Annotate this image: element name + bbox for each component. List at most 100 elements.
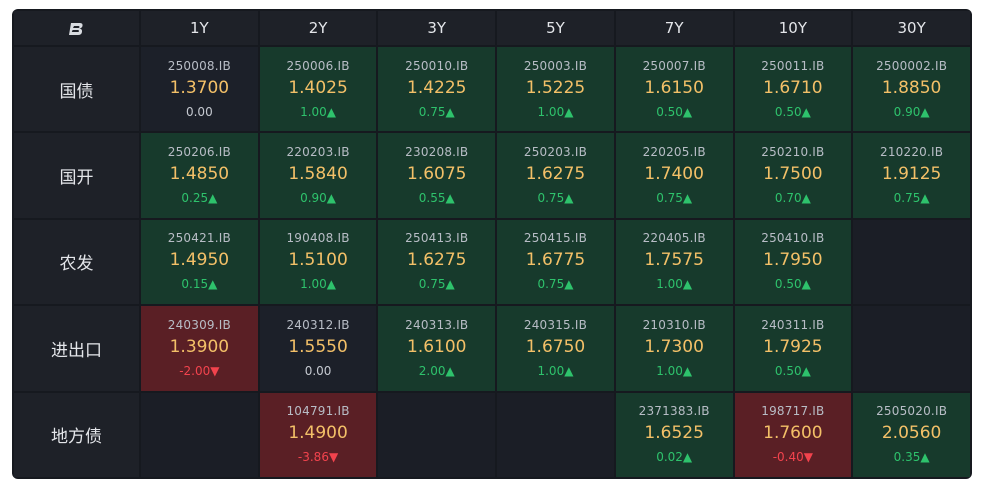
bond-cell[interactable]: 250421.IB 1.4950 0.15▲ (141, 219, 258, 305)
bond-change: 1.00▲ (616, 275, 733, 293)
bond-code: 240309.IB (167, 317, 231, 332)
arrow-up-icon: ▲ (801, 104, 811, 119)
bond-cell[interactable]: 250011.IB 1.6710 0.50▲ (734, 47, 852, 132)
change-value: 0.75 (418, 104, 446, 119)
bond-cell[interactable]: 190408.IB 1.5100 1.00▲ (259, 219, 377, 305)
bond-yield: 1.6525 (644, 423, 704, 444)
table-row: 农发 250421.IB 1.4950 0.15▲ 190408.IB 1.5100 1.0… (14, 219, 970, 305)
bond-cell[interactable]: 250413.IB 1.6275 0.75▲ (378, 219, 496, 305)
bond-cell[interactable]: 250415.IB 1.6775 0.75▲ (497, 219, 614, 305)
bond-cell[interactable]: 2500002.IB 1.8850 0.90▲ (853, 47, 970, 132)
bond-yield: 1.5550 (288, 336, 348, 357)
bond-change: 1.00▲ (497, 362, 614, 380)
bond-code: 190408.IB (286, 231, 350, 246)
bond-cell[interactable]: 250210.IB 1.7500 0.70▲ (734, 133, 852, 218)
bond-cell[interactable]: 250008.IB 1.3700 0.00 (141, 47, 258, 132)
bond-cell[interactable]: 250007.IB 1.6150 0.50▲ (615, 47, 733, 132)
bond-code: 240311.IB (761, 317, 825, 332)
bond-cell[interactable]: 2505020.IB 2.0560 0.35▲ (853, 392, 970, 477)
bond-cell[interactable]: 250410.IB 1.7950 0.50▲ (734, 219, 852, 305)
change-value: 1.00 (300, 277, 327, 292)
arrow-up-icon: ▲ (682, 363, 693, 378)
bond-cell[interactable]: 104791.IB 1.4900 -3.86▼ (259, 392, 377, 477)
bond-cell[interactable]: 230208.IB 1.6075 0.55▲ (378, 133, 496, 218)
bond-code: 2500002.IB (876, 58, 948, 73)
bond-cell[interactable]: 250203.IB 1.6275 0.75▲ (497, 133, 614, 218)
bond-change: 0.75▲ (497, 189, 614, 207)
bond-cell[interactable]: 220405.IB 1.7575 1.00▲ (615, 219, 733, 305)
change-value: 0.02 (656, 450, 683, 465)
arrow-up-icon: ▲ (801, 363, 811, 378)
arrow-up-icon: ▲ (564, 277, 574, 292)
bond-cell[interactable]: 250206.IB 1.4850 0.25▲ (141, 133, 258, 218)
bond-cell[interactable]: 240309.IB 1.3900 -2.00▼ (141, 306, 258, 391)
tenor-header[interactable]: 5Y (497, 11, 614, 45)
bond-yield: 1.8850 (881, 77, 942, 98)
tenor-header[interactable]: 3Y (378, 11, 496, 45)
bond-change: -2.00▼ (141, 362, 258, 380)
arrow-down-icon: ▼ (328, 450, 339, 465)
row-label: 地方债 (14, 392, 139, 477)
bond-change: -0.40▼ (735, 448, 852, 466)
arrow-up-icon: ▲ (920, 450, 930, 465)
bond-change: 1.00▲ (497, 103, 614, 121)
bond-code: 250007.IB (642, 58, 706, 73)
bond-code: 2371383.IB (638, 404, 710, 419)
bond-change: 0.50▲ (735, 275, 852, 293)
bond-cell[interactable]: 250010.IB 1.4225 0.75▲ (378, 47, 496, 132)
logo-cell (14, 11, 139, 45)
bond-code: 240312.IB (286, 317, 350, 332)
bond-cell[interactable]: 220205.IB 1.7400 0.75▲ (615, 133, 733, 218)
bond-code: 250011.IB (761, 58, 825, 73)
bond-code: 104791.IB (286, 404, 350, 419)
change-value: 0.90 (893, 104, 921, 119)
bond-yield: 1.4850 (169, 164, 230, 185)
bond-cell[interactable]: 250003.IB 1.5225 1.00▲ (497, 47, 614, 132)
bond-change: 0.50▲ (616, 103, 733, 121)
bond-change: 0.02▲ (616, 448, 733, 466)
bond-cell[interactable]: 210220.IB 1.9125 0.75▲ (853, 133, 970, 218)
arrow-up-icon: ▲ (326, 277, 337, 292)
bond-change: 0.75▲ (616, 189, 733, 207)
bond-change: 0.75▲ (378, 103, 495, 121)
arrow-up-icon: ▲ (326, 104, 337, 119)
bond-cell[interactable]: 210310.IB 1.7300 1.00▲ (615, 306, 733, 391)
empty-cell (378, 392, 496, 477)
arrow-up-icon: ▲ (682, 277, 693, 292)
bond-change: 0.90▲ (853, 103, 970, 121)
bond-yield: 1.7300 (644, 336, 704, 357)
bond-yield: 1.7400 (644, 164, 704, 185)
change-value: 0.50 (774, 277, 802, 292)
tenor-header[interactable]: 10Y (734, 11, 852, 45)
bond-cell[interactable]: 240312.IB 1.5550 0.00 (259, 306, 377, 391)
arrow-up-icon: ▲ (682, 104, 693, 119)
bond-code: 240313.IB (405, 317, 469, 332)
row-label: 国开 (14, 133, 139, 218)
change-value: 1.00 (300, 104, 327, 119)
bond-yield: 1.6750 (525, 336, 586, 357)
tenor-header[interactable]: 7Y (615, 11, 733, 45)
bond-cell[interactable]: 198717.IB 1.7600 -0.40▼ (734, 392, 852, 477)
arrow-up-icon: ▲ (682, 450, 693, 465)
tenor-header[interactable]: 30Y (853, 11, 970, 45)
bond-cell[interactable]: 2371383.IB 1.6525 0.02▲ (615, 392, 733, 477)
change-value: 0.75 (893, 191, 921, 206)
bond-cell[interactable]: 240315.IB 1.6750 1.00▲ (497, 306, 614, 391)
change-value: 0.50 (774, 363, 802, 378)
bond-cell[interactable]: 240313.IB 1.6100 2.00▲ (378, 306, 496, 391)
empty-cell (497, 392, 614, 477)
change-value: 0.00 (185, 104, 213, 119)
bond-cell[interactable]: 240311.IB 1.7925 0.50▲ (734, 306, 852, 391)
bond-change: 0.25▲ (141, 189, 258, 207)
tenor-header[interactable]: 1Y (141, 11, 258, 45)
tenor-header[interactable]: 2Y (259, 11, 377, 45)
bond-cell[interactable]: 250006.IB 1.4025 1.00▲ (259, 47, 377, 132)
bond-change: 1.00▲ (616, 362, 733, 380)
bond-yield: 1.6275 (525, 164, 586, 185)
bond-cell[interactable]: 220203.IB 1.5840 0.90▲ (259, 133, 377, 218)
bond-code: 220203.IB (286, 145, 350, 160)
bond-yield: 1.6710 (763, 77, 823, 98)
bond-code: 250008.IB (167, 58, 231, 73)
bond-code: 250010.IB (405, 58, 469, 73)
bond-code: 250210.IB (761, 145, 825, 160)
